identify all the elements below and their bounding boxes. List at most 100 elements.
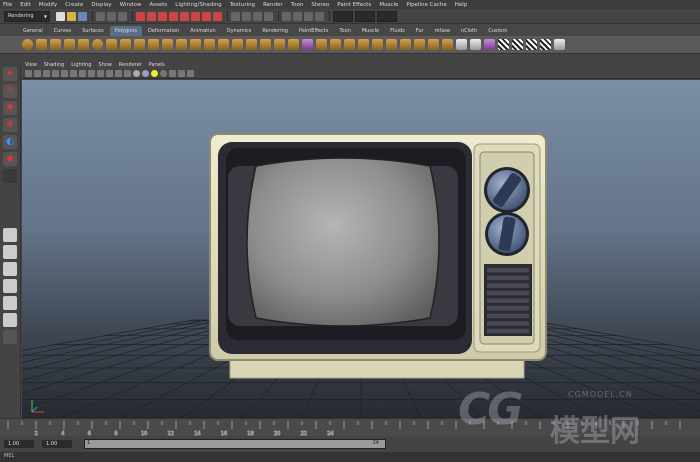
poly-separate-icon[interactable] xyxy=(120,39,131,50)
lasso-tool-icon[interactable]: ✎ xyxy=(3,84,17,98)
render-current-icon[interactable] xyxy=(293,11,302,21)
menu-modify[interactable]: Modify xyxy=(39,2,57,8)
safe-title-icon[interactable] xyxy=(115,70,122,77)
use-all-lights-icon[interactable] xyxy=(151,70,158,77)
poly-append-icon[interactable] xyxy=(246,39,257,50)
layout-hypershade-icon[interactable] xyxy=(3,313,17,327)
menu-window[interactable]: Window xyxy=(120,2,142,8)
automatic-mapping-icon[interactable] xyxy=(498,39,509,50)
poly-boolean-union-icon[interactable] xyxy=(162,39,173,50)
tab-mfase[interactable]: mfase xyxy=(430,26,455,36)
mask-handle-icon[interactable] xyxy=(136,11,145,21)
poly-plane-icon[interactable] xyxy=(78,39,89,50)
film-gate-icon[interactable] xyxy=(70,70,77,77)
isolate-select-icon[interactable] xyxy=(178,70,185,77)
layout-side-icon[interactable] xyxy=(3,262,17,276)
xray-icon[interactable] xyxy=(169,70,176,77)
panel-menu-lighting[interactable]: Lighting xyxy=(71,62,91,68)
poly-cone-icon[interactable] xyxy=(64,39,75,50)
range-slider-bar[interactable]: 1 24 xyxy=(84,439,386,449)
menu-lighting-shading[interactable]: Lighting/Shading xyxy=(175,2,221,8)
tab-custom[interactable]: Custom xyxy=(483,26,512,36)
select-tool-icon[interactable]: ➤ xyxy=(3,67,17,81)
gate-mask-icon[interactable] xyxy=(88,70,95,77)
poly-bevel-icon[interactable] xyxy=(344,39,355,50)
command-line[interactable]: MEL xyxy=(0,452,700,462)
poly-combine-icon[interactable] xyxy=(106,39,117,50)
perspective-viewport[interactable] xyxy=(22,80,700,418)
start-time-field[interactable]: 1.00 xyxy=(4,440,34,448)
poly-extrude-icon[interactable] xyxy=(316,39,327,50)
resolution-gate-icon[interactable] xyxy=(79,70,86,77)
tab-ncloth[interactable]: nCloth xyxy=(456,26,482,36)
mask-curve-icon[interactable] xyxy=(158,11,167,21)
menu-help[interactable]: Help xyxy=(455,2,468,8)
tab-muscle[interactable]: Muscle xyxy=(357,26,384,36)
tab-polygons[interactable]: Polygons xyxy=(109,26,142,36)
mask-misc-icon[interactable] xyxy=(213,11,222,21)
panel-menu-show[interactable]: Show xyxy=(98,62,112,68)
menu-render[interactable]: Render xyxy=(263,2,283,8)
menu-toon[interactable]: Toon xyxy=(291,2,304,8)
tab-deformation[interactable]: Deformation xyxy=(143,26,184,36)
open-scene-icon[interactable] xyxy=(67,11,76,21)
camera-select-icon[interactable] xyxy=(25,70,32,77)
tab-fur[interactable]: Fur xyxy=(411,26,429,36)
poly-wedge-icon[interactable] xyxy=(386,39,397,50)
playback-start-field[interactable]: 1.00 xyxy=(42,440,72,448)
panel-menu-view[interactable]: View xyxy=(25,62,37,68)
save-scene-icon[interactable] xyxy=(78,11,87,21)
ipr-render-icon[interactable] xyxy=(304,11,313,21)
poly-boolean-intersection-icon[interactable] xyxy=(190,39,201,50)
mask-surface-icon[interactable] xyxy=(169,11,178,21)
input-field-y[interactable] xyxy=(355,10,375,22)
snap-curve-icon[interactable] xyxy=(242,11,251,21)
menu-assets[interactable]: Assets xyxy=(149,2,167,8)
safe-action-icon[interactable] xyxy=(106,70,113,77)
poly-boolean-difference-icon[interactable] xyxy=(176,39,187,50)
menu-stereo[interactable]: Stereo xyxy=(311,2,329,8)
rotate-tool-icon[interactable]: ◐ xyxy=(3,135,17,149)
layout-graph-icon[interactable] xyxy=(3,296,17,310)
menu-muscle[interactable]: Muscle xyxy=(379,2,398,8)
move-tool-icon[interactable]: ✥ xyxy=(3,118,17,132)
render-settings-icon[interactable] xyxy=(315,11,324,21)
scale-tool-icon[interactable]: ◆ xyxy=(3,152,17,166)
poly-torus-icon[interactable] xyxy=(92,39,103,50)
mask-deform-icon[interactable] xyxy=(180,11,189,21)
poly-bridge-icon[interactable] xyxy=(330,39,341,50)
textured-icon[interactable] xyxy=(142,70,149,77)
poly-insert-edge-icon[interactable] xyxy=(274,39,285,50)
tab-surfaces[interactable]: Surfaces xyxy=(77,26,109,36)
panel-menu-panels[interactable]: Panels xyxy=(149,62,165,68)
render-view-icon[interactable] xyxy=(282,11,291,21)
menu-edit[interactable]: Edit xyxy=(20,2,31,8)
panel-menu-shading[interactable]: Shading xyxy=(44,62,64,68)
poly-collapse-icon[interactable] xyxy=(372,39,383,50)
image-plane-icon[interactable] xyxy=(52,70,59,77)
poly-offset-edge-icon[interactable] xyxy=(288,39,299,50)
spherical-mapping-icon[interactable] xyxy=(484,39,495,50)
tab-general[interactable]: General xyxy=(18,26,48,36)
tab-painteffects[interactable]: PaintEffects xyxy=(294,26,333,36)
select-hierarchy-icon[interactable] xyxy=(96,11,105,21)
menu-pipeline-cache[interactable]: Pipeline Cache xyxy=(406,2,446,8)
mask-render-icon[interactable] xyxy=(202,11,211,21)
mask-dynamic-icon[interactable] xyxy=(191,11,200,21)
poly-merge-icon[interactable] xyxy=(358,39,369,50)
new-scene-icon[interactable] xyxy=(56,11,65,21)
planar-mapping-icon[interactable] xyxy=(456,39,467,50)
camera-attributes-icon[interactable] xyxy=(34,70,41,77)
snap-grid-icon[interactable] xyxy=(231,11,240,21)
panel-menu-renderer[interactable]: Renderer xyxy=(119,62,142,68)
uv-texture-editor-icon[interactable] xyxy=(526,39,537,50)
hud-icon[interactable] xyxy=(187,70,194,77)
menu-set-dropdown[interactable]: Rendering xyxy=(4,10,50,22)
poly-cube-icon[interactable] xyxy=(36,39,47,50)
smooth-shade-icon[interactable] xyxy=(133,70,140,77)
mask-joint-icon[interactable] xyxy=(147,11,156,21)
poly-mirror-icon[interactable] xyxy=(204,39,215,50)
tab-curves[interactable]: Curves xyxy=(49,26,76,36)
poly-chamfer-icon[interactable] xyxy=(414,39,425,50)
tab-rendering[interactable]: Rendering xyxy=(257,26,293,36)
